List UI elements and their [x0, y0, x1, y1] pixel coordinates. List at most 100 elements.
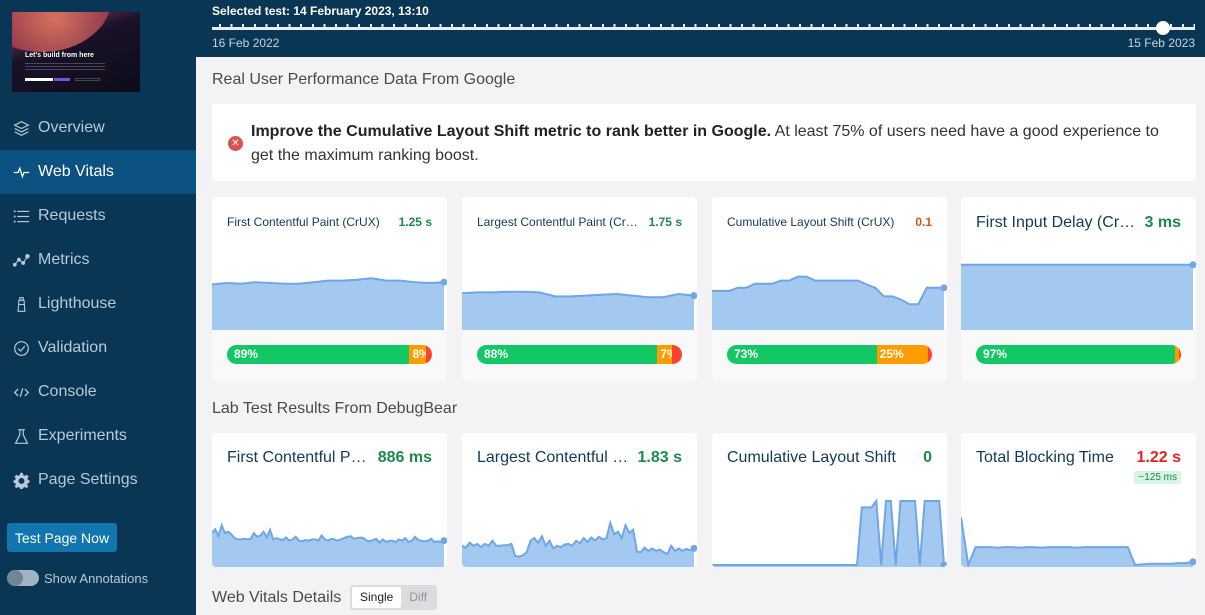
- metric-value: 3 ms: [1144, 214, 1181, 231]
- show-annotations-row: Show Annotations: [7, 570, 148, 586]
- gear-icon: [12, 471, 30, 489]
- sidebar-item-web-vitals[interactable]: Web Vitals: [0, 150, 196, 194]
- timeline-start-date: 16 Feb 2022: [212, 36, 280, 50]
- lab-metric-card[interactable]: Largest Contentful Paint 1.83 s: [462, 433, 697, 567]
- metric-value: 0: [923, 449, 932, 466]
- sidebar-item-label: Experiments: [38, 427, 127, 444]
- sidebar-item-validation[interactable]: Validation: [0, 326, 196, 370]
- crux-sparkline[interactable]: [712, 245, 947, 330]
- thumbnail-subtext: [25, 63, 105, 72]
- web-vitals-details-title: Web Vitals Details: [212, 589, 342, 606]
- mode-diff-button[interactable]: Diff: [401, 587, 435, 608]
- chart-area: [961, 264, 1193, 330]
- metric-value: 1.25 s: [398, 215, 432, 229]
- metric-value: 1.75 s: [648, 215, 682, 229]
- sidebar-item-label: Web Vitals: [38, 163, 114, 180]
- line-chart-icon: [12, 251, 30, 269]
- lab-metric-card[interactable]: Total Blocking Time 1.22 s −125 ms: [961, 433, 1196, 567]
- metric-value: 1.83 s: [637, 449, 682, 466]
- needs-improvement-segment: 7%: [657, 345, 672, 364]
- lab-sparkline[interactable]: [212, 497, 447, 567]
- test-page-now-button[interactable]: Test Page Now: [7, 523, 117, 552]
- sidebar-item-lighthouse[interactable]: Lighthouse: [0, 282, 196, 326]
- distribution-footer: 73% 25%: [712, 329, 947, 381]
- sidebar-nav: Overview Web Vitals Requests Metrics Lig…: [0, 106, 196, 502]
- thumbnail-planet-graphic: [12, 12, 112, 52]
- sidebar-item-overview[interactable]: Overview: [0, 106, 196, 150]
- distribution-bar[interactable]: 89% 8%: [227, 345, 432, 364]
- sidebar-item-label: Console: [38, 383, 97, 400]
- pulse-icon: [12, 163, 30, 181]
- metric-title: Largest Contentful Paint: [477, 449, 630, 466]
- metric-title: Cumulative Layout Shift: [727, 449, 896, 466]
- crux-metric-card[interactable]: Cumulative Layout Shift (CrUX) 0.1 73% 2…: [712, 197, 947, 381]
- lab-sparkline[interactable]: [712, 497, 947, 567]
- poor-segment: [1178, 345, 1181, 364]
- sidebar-item-label: Lighthouse: [38, 295, 117, 312]
- chart-area: [212, 278, 444, 330]
- sidebar-item-label: Validation: [38, 339, 108, 356]
- good-segment: 73%: [727, 345, 877, 364]
- lab-metric-card[interactable]: First Contentful Paint 886 ms: [212, 433, 447, 567]
- sidebar-item-console[interactable]: Console: [0, 370, 196, 414]
- sidebar-item-experiments[interactable]: Experiments: [0, 414, 196, 458]
- lab-metric-card[interactable]: Cumulative Layout Shift 0: [712, 433, 947, 567]
- crux-section-title: Real User Performance Data From Google: [212, 71, 516, 88]
- timeline-track[interactable]: [212, 27, 1195, 30]
- alert-bold-text: Improve the Cumulative Layout Shift metr…: [251, 123, 772, 140]
- metric-title: Largest Contentful Paint (CrUX): [477, 215, 641, 229]
- timeline-end-date: 15 Feb 2023: [1127, 36, 1195, 50]
- needs-improvement-segment: 25%: [876, 345, 928, 364]
- crux-metric-card[interactable]: Largest Contentful Paint (CrUX) 1.75 s 8…: [462, 197, 697, 381]
- lab-sparkline[interactable]: [462, 497, 697, 567]
- mode-single-button[interactable]: Single: [352, 587, 402, 608]
- thumbnail-headline: Let's build from here: [25, 52, 94, 59]
- crux-alert: ✕ Improve the Cumulative Layout Shift me…: [212, 104, 1196, 181]
- test-timeline: Selected test: 14 February 2023, 13:10 1…: [196, 0, 1205, 57]
- chart-area: [712, 501, 944, 567]
- sidebar-item-label: Metrics: [38, 251, 90, 268]
- poor-segment: [425, 345, 432, 364]
- page-screenshot-thumbnail[interactable]: Let's build from here: [12, 12, 140, 92]
- crux-metric-card[interactable]: First Input Delay (CrUX) 3 ms 97%: [961, 197, 1196, 381]
- distribution-bar[interactable]: 73% 25%: [727, 345, 932, 364]
- thumbnail-input: [25, 78, 53, 81]
- chart-area: [961, 517, 1193, 567]
- crux-sparkline[interactable]: [212, 245, 447, 330]
- metric-title: Cumulative Layout Shift (CrUX): [727, 215, 895, 229]
- sidebar-item-metrics[interactable]: Metrics: [0, 238, 196, 282]
- timeline-slider-handle[interactable]: [1155, 21, 1170, 35]
- crux-metric-card[interactable]: First Contentful Paint (CrUX) 1.25 s 89%…: [212, 197, 447, 381]
- lighthouse-icon: [12, 295, 30, 313]
- crux-sparkline[interactable]: [462, 245, 697, 330]
- sidebar-item-page-settings[interactable]: Page Settings: [0, 458, 196, 502]
- error-icon: ✕: [228, 136, 243, 151]
- distribution-footer: 97%: [961, 329, 1196, 381]
- sidebar-item-label: Requests: [38, 207, 106, 224]
- chart-area: [212, 525, 444, 567]
- sidebar-item-requests[interactable]: Requests: [0, 194, 196, 238]
- check-circle-icon: [12, 339, 30, 357]
- show-annotations-label: Show Annotations: [44, 570, 149, 586]
- sidebar: Let's build from here Overview Web Vital…: [0, 0, 196, 615]
- metric-title: First Input Delay (CrUX): [976, 214, 1137, 231]
- selected-test-label: Selected test: 14 February 2023, 13:10: [212, 4, 429, 18]
- needs-improvement-segment: 8%: [409, 345, 426, 364]
- thumbnail-button: [54, 78, 70, 81]
- good-segment: 97%: [976, 345, 1175, 364]
- metric-value: 1.22 s: [1136, 449, 1181, 466]
- distribution-footer: 88% 7%: [462, 329, 697, 381]
- good-segment: 89%: [227, 345, 410, 364]
- distribution-bar[interactable]: 88% 7%: [477, 345, 682, 364]
- crux-sparkline[interactable]: [961, 245, 1196, 330]
- poor-segment: [927, 345, 932, 364]
- chart-line: [212, 522, 445, 545]
- show-annotations-toggle[interactable]: [7, 570, 39, 586]
- list-icon: [12, 207, 30, 225]
- thumbnail-secondary-button: [75, 78, 100, 81]
- flask-icon: [12, 427, 30, 445]
- sidebar-item-label: Page Settings: [38, 471, 138, 488]
- distribution-footer: 89% 8%: [212, 329, 447, 381]
- distribution-bar[interactable]: 97%: [976, 345, 1181, 364]
- lab-sparkline[interactable]: [961, 497, 1196, 567]
